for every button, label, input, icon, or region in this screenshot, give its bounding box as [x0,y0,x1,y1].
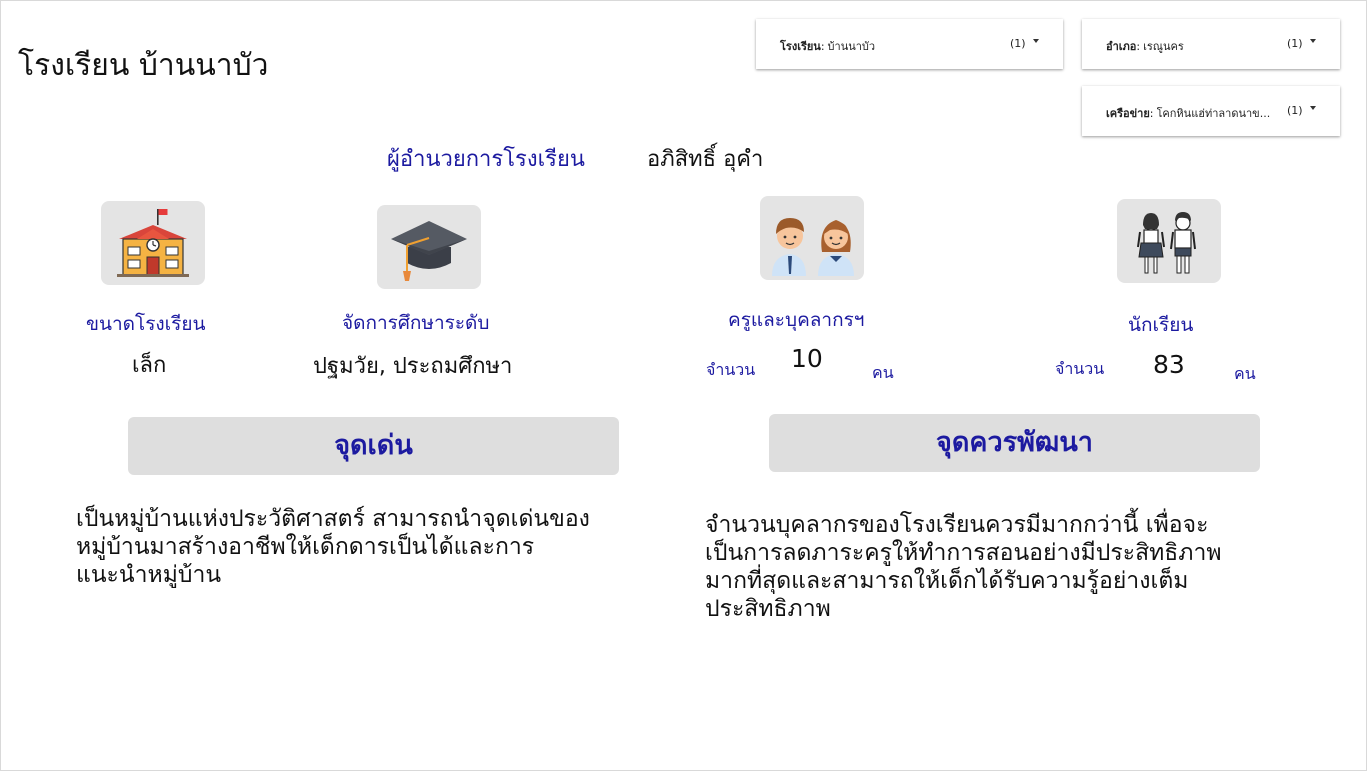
improvements-line: จำนวนบุคลากรของโรงเรียนควรมีมากกว่านี้ เ… [705,512,1209,538]
page-title: โรงเรียน บ้านนาบัว [18,48,269,83]
strengths-heading: จุดเด่น [128,417,619,475]
strengths-line: เป็นหมู่บ้านแห่งประวัติศาสตร์ สามารถนำจุ… [76,506,590,532]
strengths-text: เป็นหมู่บ้านแห่งประวัติศาสตร์ สามารถนำจุ… [76,505,676,589]
students-unit: คน [1234,364,1256,383]
improvements-line: มากที่สุดและสามารถให้เด็กได้รับความรู้อย… [705,568,1189,594]
staff-count-label: จำนวน [706,360,756,379]
improvements-heading: จุดควรพัฒนา [769,414,1260,472]
chevron-down-icon[interactable] [1310,39,1316,43]
district-filter[interactable]: อำเภอ: เรณูนคร (1) [1082,19,1340,69]
students-icon [1117,199,1221,283]
graduation-cap-icon [377,205,481,289]
chevron-down-icon[interactable] [1033,39,1039,43]
improvements-line: เป็นการลดภาระครูให้ทำการสอนอย่างมีประสิท… [705,540,1222,566]
staff-unit: คน [872,363,894,382]
improvements-line: ประสิทธิภาพ [705,596,831,622]
strengths-line: แนะนำหมู่บ้าน [76,562,222,588]
school-filter-count: (1) [1010,37,1026,50]
teachers-icon [760,196,864,280]
staff-label: ครูและบุคลากรฯ [728,309,865,331]
school-building-icon [101,201,205,285]
staff-count: 10 [791,344,823,373]
school-size-value: เล็ก [132,353,167,378]
network-filter-count: (1) [1287,104,1303,117]
strengths-line: หมู่บ้านมาสร้างอาชีพให้เด็กดารเป็นได้และ… [76,534,535,560]
school-filter-label: โรงเรียน [780,40,821,53]
director-label: ผู้อำนวยการโรงเรียน [387,147,585,172]
district-filter-count: (1) [1287,37,1303,50]
district-filter-label: อำเภอ [1106,40,1137,53]
students-count-label: จำนวน [1055,359,1105,378]
school-filter[interactable]: โรงเรียน: บ้านนาบัว (1) [756,19,1063,69]
students-label: นักเรียน [1128,314,1194,336]
network-filter-label: เครือข่าย [1106,107,1150,120]
network-filter-value: โคกหินแฮ่ท่าลาดนาข... [1156,107,1271,120]
director-name: อภิสิทธิ์ อุคำ [647,147,764,172]
students-count: 83 [1153,350,1185,379]
school-filter-value: บ้านนาบัว [827,40,876,53]
chevron-down-icon[interactable] [1310,106,1316,110]
improvements-text: จำนวนบุคลากรของโรงเรียนควรมีมากกว่านี้ เ… [705,511,1325,623]
district-filter-value: เรณูนคร [1143,40,1184,53]
education-level-value: ปฐมวัย, ประถมศึกษา [313,354,513,379]
school-size-label: ขนาดโรงเรียน [86,313,206,335]
network-filter[interactable]: เครือข่าย: โคกหินแฮ่ท่าลาดนาข... (1) [1082,86,1340,136]
education-level-label: จัดการศึกษาระดับ [342,312,490,334]
